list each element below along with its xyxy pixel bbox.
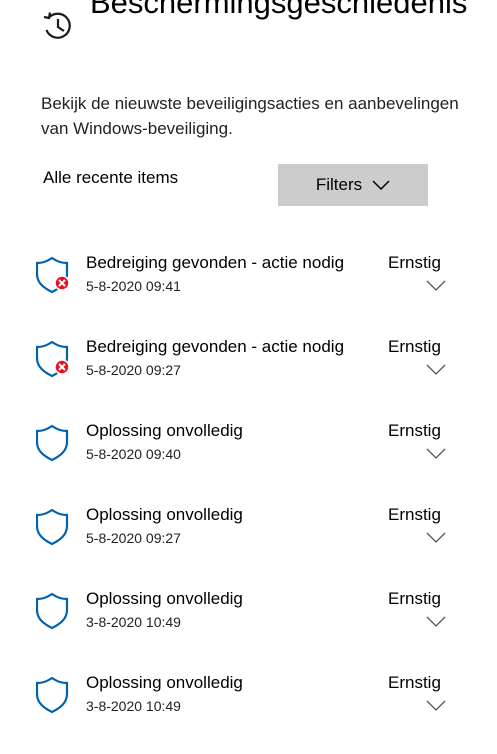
severity-label: Ernstig	[388, 589, 441, 608]
item-title: Oplossing onvolledig	[86, 589, 243, 608]
item-date: 5-8-2020 09:27	[86, 530, 181, 546]
severity-label: Ernstig	[388, 253, 441, 272]
shield-icon	[36, 592, 69, 630]
filters-button[interactable]: Filters	[278, 164, 428, 206]
shield-icon	[36, 676, 69, 714]
filter-label: Alle recente items	[43, 168, 179, 187]
chevron-down-icon[interactable]	[426, 700, 446, 712]
list-item[interactable]: Bedreiging gevonden - actie nodig 5-8-20…	[0, 324, 497, 408]
severity-label: Ernstig	[388, 421, 441, 440]
chevron-down-icon[interactable]	[426, 280, 446, 292]
history-icon	[43, 12, 71, 39]
filter-row: Alle recente items Filters	[0, 160, 497, 210]
filters-button-label: Filters	[315, 175, 363, 194]
page-title: Beschermingsgeschiedenis	[90, 0, 468, 20]
shield-error-icon	[36, 340, 70, 378]
chevron-down-icon[interactable]	[426, 448, 446, 460]
item-date: 3-8-2020 10:49	[86, 614, 181, 630]
item-title: Oplossing onvolledig	[86, 673, 243, 692]
item-title: Oplossing onvolledig	[86, 421, 243, 440]
list-item[interactable]: Bedreiging gevonden - actie nodig 5-8-20…	[0, 240, 497, 324]
chevron-down-icon[interactable]	[426, 532, 446, 544]
severity-label: Ernstig	[388, 337, 441, 356]
shield-icon	[36, 424, 69, 462]
chevron-down-icon[interactable]	[426, 616, 446, 628]
list-item[interactable]: Oplossing onvolledig 5-8-2020 09:27 Erns…	[0, 492, 497, 576]
chevron-down-icon[interactable]	[426, 364, 446, 376]
severity-label: Ernstig	[388, 673, 441, 692]
shield-icon	[36, 508, 69, 546]
list-item[interactable]: Oplossing onvolledig 3-8-2020 10:49 Erns…	[0, 660, 497, 744]
chevron-down-icon	[372, 180, 390, 190]
severity-label: Ernstig	[388, 505, 441, 524]
item-title: Bedreiging gevonden - actie nodig	[86, 253, 345, 272]
item-date: 5-8-2020 09:27	[86, 362, 181, 378]
item-title: Bedreiging gevonden - actie nodig	[86, 337, 345, 356]
page-description: Bekijk de nieuwste beveiligingsacties en…	[41, 94, 459, 138]
item-date: 3-8-2020 10:49	[86, 698, 181, 714]
item-date: 5-8-2020 09:41	[86, 278, 181, 294]
item-date: 5-8-2020 09:40	[86, 446, 181, 462]
item-title: Oplossing onvolledig	[86, 505, 243, 524]
list-item[interactable]: Oplossing onvolledig 3-8-2020 10:49 Erns…	[0, 576, 497, 660]
list-item[interactable]: Oplossing onvolledig 5-8-2020 09:40 Erns…	[0, 408, 497, 492]
shield-error-icon	[36, 256, 70, 294]
page-header: Beschermingsgeschiedenis	[0, 0, 497, 80]
